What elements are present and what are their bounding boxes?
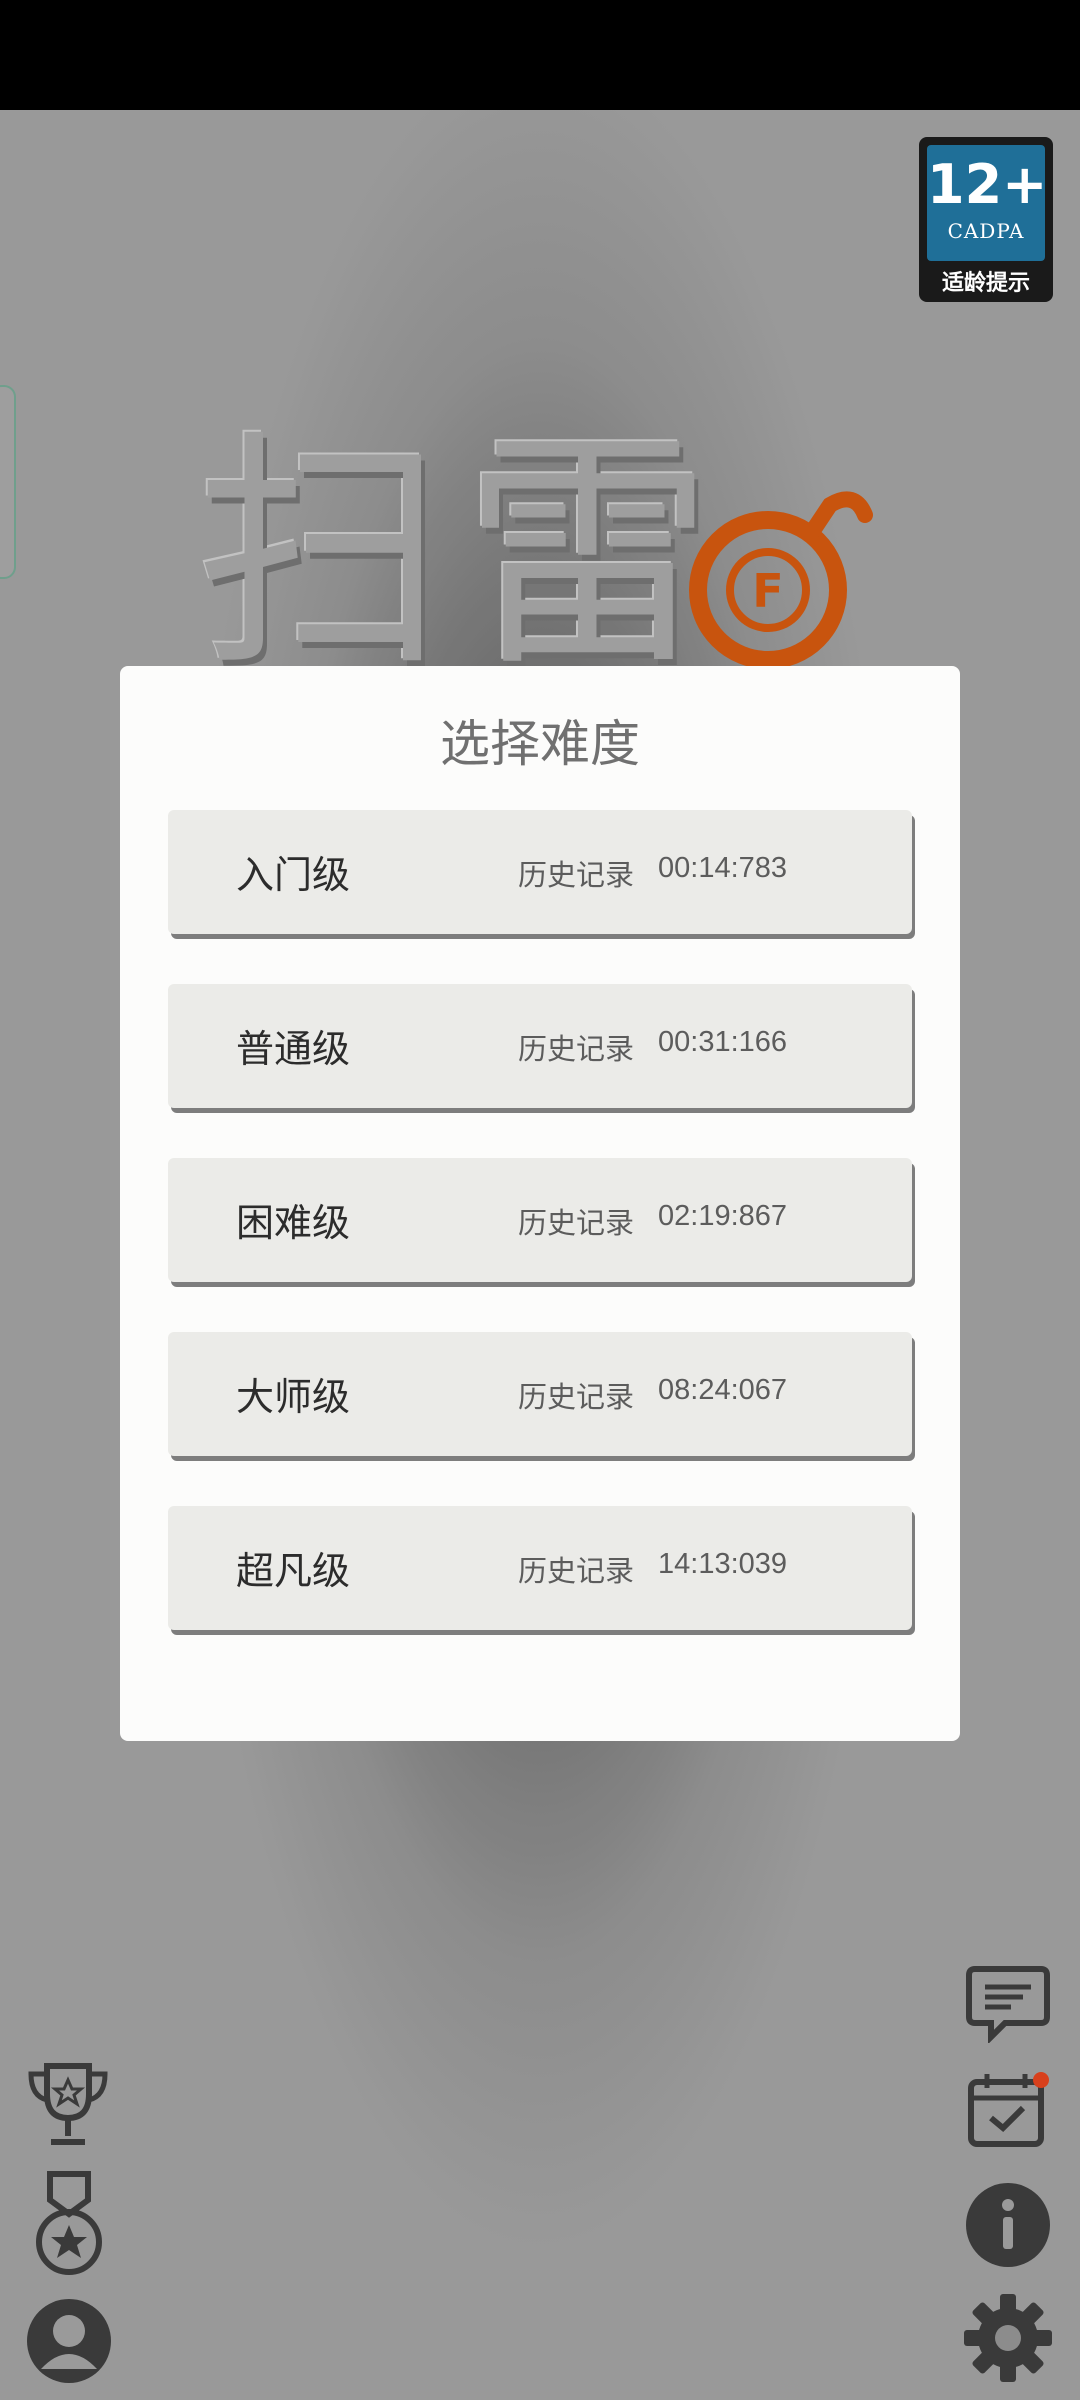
profile-icon[interactable] <box>25 2297 113 2385</box>
trophy-icon[interactable] <box>25 2060 111 2150</box>
dialog-title: 选择难度 <box>440 715 640 773</box>
difficulty-dialog: 选择难度 入门级 历史记录 00:14:783 普通级 历史记录 00:31:1… <box>120 666 960 1741</box>
feedback-icon[interactable] <box>965 1965 1051 2043</box>
level-name: 超凡级 <box>236 1549 351 1593</box>
age-rating-number: 12+ <box>927 153 1048 216</box>
age-rating-tip: 适龄提示 <box>941 271 1030 296</box>
level-button-hard[interactable]: 困难级 历史记录 02:19:867 <box>168 1158 912 1282</box>
settings-gear-icon[interactable] <box>962 2292 1054 2384</box>
game-logo-title: 扫雷 <box>195 409 731 700</box>
checkin-calendar-icon[interactable] <box>967 2070 1049 2150</box>
level-button-master[interactable]: 大师级 历史记录 08:24:067 <box>168 1332 912 1456</box>
level-name: 入门级 <box>236 853 351 897</box>
level-name: 普通级 <box>236 1027 351 1071</box>
info-icon[interactable] <box>965 2182 1051 2268</box>
status-bar <box>0 0 1080 110</box>
medal-icon[interactable] <box>32 2170 106 2280</box>
level-name: 困难级 <box>236 1201 351 1245</box>
bomb-logo-letter: F <box>752 564 783 618</box>
side-drawer-tab[interactable] <box>0 385 16 579</box>
level-record-time: 14:13:039 <box>658 1548 788 1580</box>
level-name: 大师级 <box>236 1375 351 1419</box>
notification-dot <box>1033 2072 1049 2088</box>
level-record-label: 历史记录 <box>518 1032 635 1066</box>
level-record-label: 历史记录 <box>518 1554 635 1588</box>
age-rating-org: CADPA <box>947 219 1025 243</box>
level-button-extraordinary[interactable]: 超凡级 历史记录 14:13:039 <box>168 1506 912 1630</box>
level-button-beginner[interactable]: 入门级 历史记录 00:14:783 <box>168 810 912 934</box>
level-record-label: 历史记录 <box>518 858 635 892</box>
age-rating-badge[interactable]: 12+ CADPA 适龄提示 <box>919 137 1053 302</box>
level-record-label: 历史记录 <box>518 1206 635 1240</box>
level-record-time: 00:14:783 <box>658 852 788 884</box>
level-record-time: 08:24:067 <box>658 1374 788 1406</box>
level-record-time: 02:19:867 <box>658 1200 788 1232</box>
bomb-logo-icon: F <box>689 491 873 669</box>
age-rating-panel: 12+ CADPA <box>927 145 1048 261</box>
level-button-normal[interactable]: 普通级 历史记录 00:31:166 <box>168 984 912 1108</box>
level-record-time: 00:31:166 <box>658 1026 788 1058</box>
level-record-label: 历史记录 <box>518 1380 635 1414</box>
